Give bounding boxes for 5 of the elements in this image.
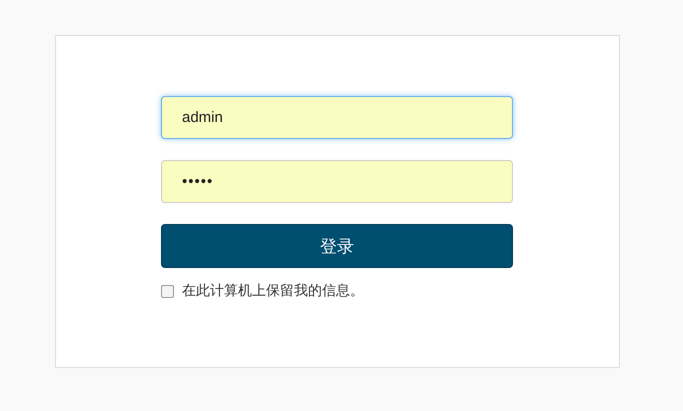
username-field[interactable]: admin (161, 96, 513, 139)
remember-label: 在此计算机上保留我的信息。 (182, 282, 364, 300)
login-button[interactable]: 登录 (161, 224, 513, 268)
remember-checkbox[interactable] (161, 284, 174, 298)
password-field[interactable]: ••••• (161, 160, 513, 203)
